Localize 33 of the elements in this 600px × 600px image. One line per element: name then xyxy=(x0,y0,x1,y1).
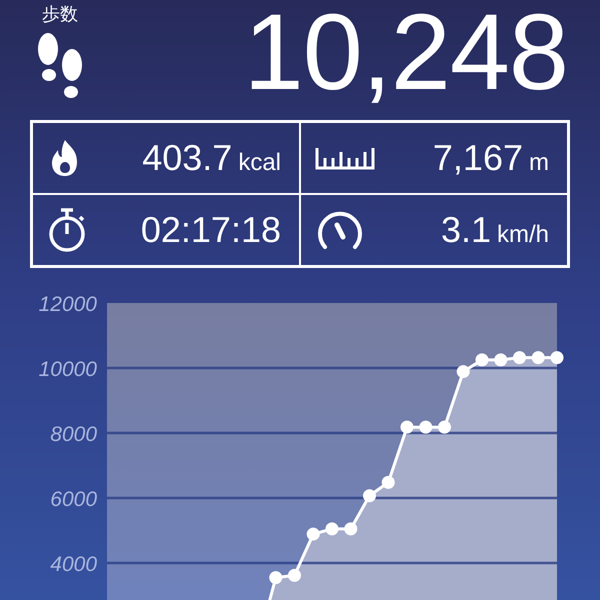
data-point xyxy=(494,353,508,366)
y-axis-label: 6000 xyxy=(50,488,97,511)
y-axis-label: 12000 xyxy=(38,293,97,316)
data-point xyxy=(456,365,470,378)
data-point xyxy=(326,522,338,536)
step-count: 10,248 xyxy=(242,0,569,104)
ruler-icon xyxy=(315,146,375,170)
data-point xyxy=(476,353,488,366)
data-point xyxy=(550,351,564,364)
stat-unit: km/h xyxy=(496,221,549,249)
data-point xyxy=(419,420,432,434)
stat-unit: m xyxy=(529,149,549,177)
data-point xyxy=(438,420,451,434)
y-axis-label: 4000 xyxy=(50,553,97,576)
data-point xyxy=(269,571,282,584)
stat-value: 02:17:18 xyxy=(140,209,281,251)
data-point xyxy=(288,568,301,582)
data-point xyxy=(532,351,545,364)
stat-value: 403.7 xyxy=(142,137,232,179)
stat-value: 3.1 xyxy=(440,209,491,251)
y-axis-label: 10000 xyxy=(38,358,97,381)
stat-unit: kcal xyxy=(238,149,281,177)
data-point xyxy=(400,420,414,434)
steps-label: 歩数 xyxy=(42,3,78,26)
data-point xyxy=(306,528,320,541)
data-point xyxy=(363,489,376,502)
data-point xyxy=(344,522,358,536)
speedometer-icon xyxy=(315,209,365,251)
data-point xyxy=(382,476,395,489)
stopwatch-icon xyxy=(47,207,87,253)
stat-value: 7,167 xyxy=(432,137,523,179)
y-axis-label: 8000 xyxy=(50,423,97,446)
data-point xyxy=(513,351,526,364)
